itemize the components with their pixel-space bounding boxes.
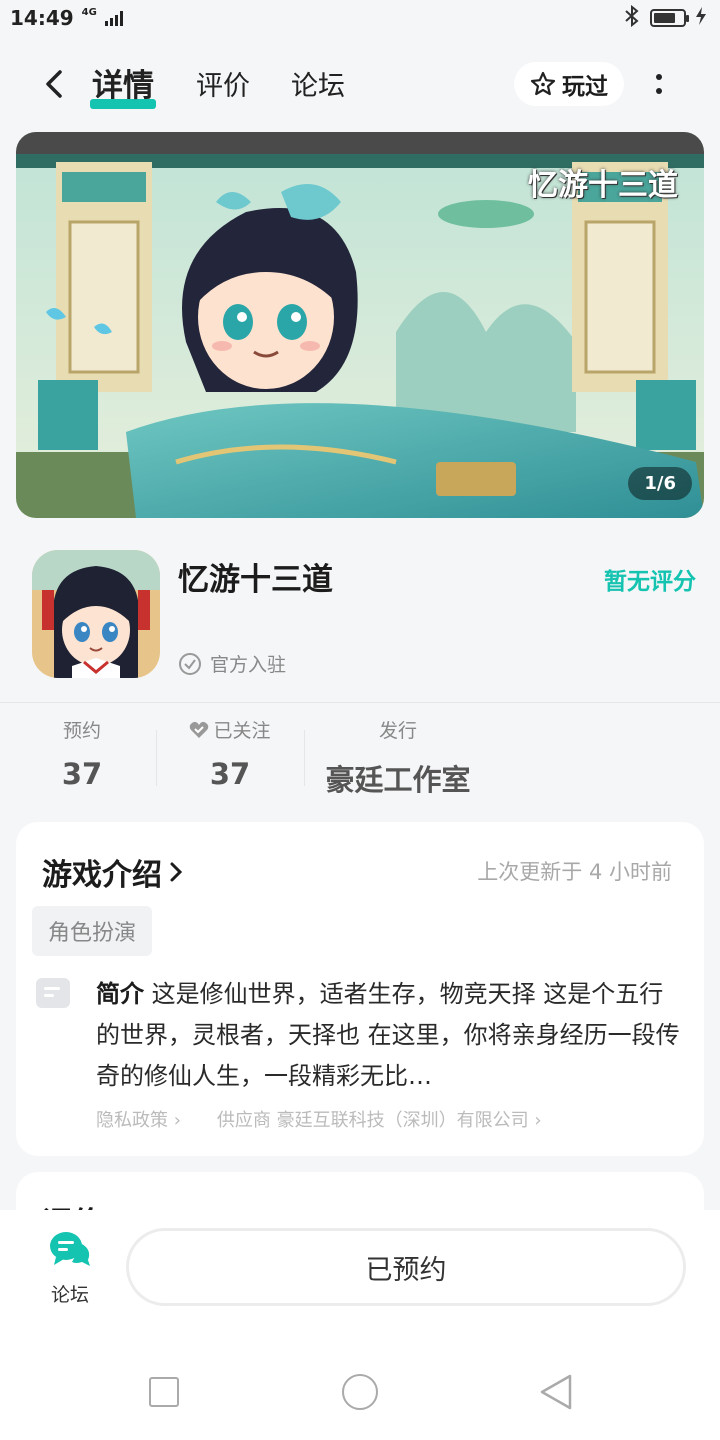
legal-links: 隐私政策 › 供应商 豪廷互联科技（深圳）有限公司 › <box>96 1106 542 1132</box>
recents-button[interactable] <box>149 1377 179 1407</box>
more-dot <box>656 74 662 80</box>
system-nav-bar <box>0 1330 720 1440</box>
tab-forum[interactable]: 论坛 <box>291 64 345 103</box>
app-info: 忆游十三道 暂无评分 官方入驻 <box>0 530 720 702</box>
played-button[interactable]: 玩过 <box>514 62 624 106</box>
stat-follow[interactable]: 已关注 37 <box>180 716 280 791</box>
rating-label: 暂无评分 <box>604 569 696 595</box>
status-time: 14:49 <box>10 6 74 30</box>
supplier-link[interactable]: 供应商 豪廷互联科技（深圳）有限公司 › <box>217 1106 542 1132</box>
official-badge: 官方入驻 <box>178 650 286 677</box>
game-logo: 忆游十三道 <box>528 168 678 203</box>
network-type: 4G <box>81 6 97 18</box>
back-triangle-icon[interactable] <box>538 1372 574 1412</box>
reserve-count: 37 <box>61 757 103 791</box>
game-intro-card: 游戏介绍 上次更新于 4 小时前 角色扮演 简介 这是修仙世界，适者生存，物竞天… <box>16 822 704 1156</box>
top-nav: 详情 评价 论坛 玩过 <box>0 50 720 120</box>
check-circle-icon <box>179 652 201 675</box>
chevron-right-icon <box>170 862 183 882</box>
reserved-button[interactable]: 已预约 <box>126 1228 686 1306</box>
charging-icon <box>696 6 706 30</box>
forum-chat-icon <box>50 1232 90 1266</box>
divider <box>0 702 720 703</box>
app-name: 忆游十三道 <box>178 562 333 598</box>
stats-row: 预约 37 已关注 37 发行 豪廷工作室 <box>0 716 720 808</box>
status-bar: 14:49 4G <box>0 0 720 36</box>
carousel-counter: 1/6 <box>628 467 692 500</box>
bottom-action-bar: 论坛 已预约 <box>0 1210 720 1330</box>
intro-title-link[interactable]: 游戏介绍 <box>42 850 184 894</box>
tab-details[interactable]: 详情 <box>90 60 156 109</box>
privacy-policy-link[interactable]: 隐私政策 › <box>96 1106 181 1132</box>
back-arrow-icon <box>46 70 62 98</box>
description-icon <box>36 978 70 1008</box>
more-options-button[interactable] <box>646 68 672 100</box>
heart-check-icon <box>190 721 209 738</box>
follow-count: 37 <box>209 757 251 791</box>
signal-icon <box>104 10 123 26</box>
genre-tag[interactable]: 角色扮演 <box>32 906 153 956</box>
home-button[interactable] <box>342 1374 378 1410</box>
stat-publisher[interactable]: 发行 豪廷工作室 <box>318 716 478 799</box>
tab-reviews[interactable]: 评价 <box>196 64 250 103</box>
stat-separator <box>156 730 157 786</box>
forum-button[interactable]: 论坛 <box>38 1230 102 1310</box>
stat-separator <box>304 730 305 786</box>
more-dot <box>656 88 662 94</box>
battery-icon <box>650 9 689 27</box>
publisher-name: 豪廷工作室 <box>325 763 471 797</box>
screenshot-carousel[interactable]: 忆游十三道 1/6 <box>16 132 704 518</box>
back-button[interactable] <box>36 66 72 102</box>
stat-reserve: 预约 37 <box>42 716 122 791</box>
description-text[interactable]: 简介 这是修仙世界，适者生存，物竞天择 这是个五行的世界，灵根者，天择也 在这里… <box>96 974 680 1097</box>
app-icon <box>32 550 160 678</box>
last-updated: 上次更新于 4 小时前 <box>477 860 672 884</box>
bluetooth-icon <box>624 4 640 32</box>
star-outline-icon <box>530 71 556 96</box>
